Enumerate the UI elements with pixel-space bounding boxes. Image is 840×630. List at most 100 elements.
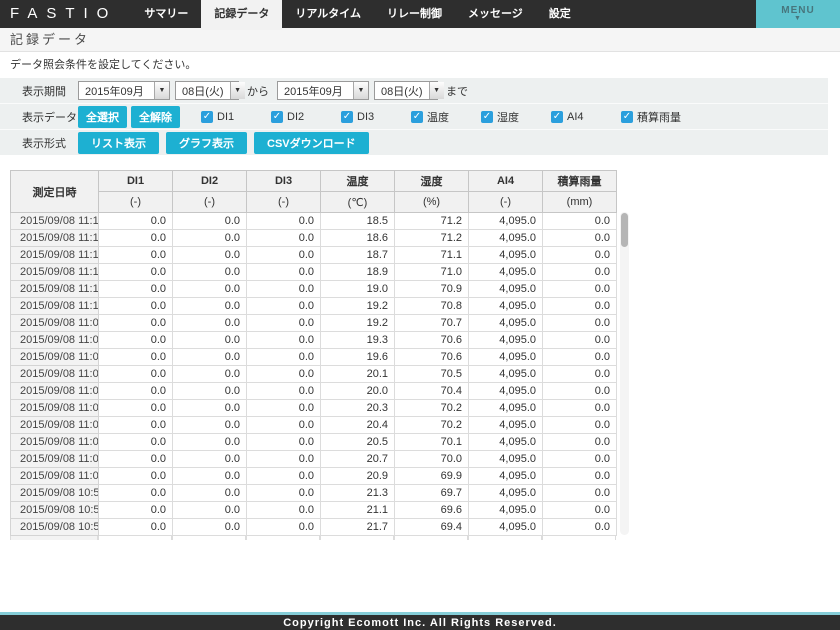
cell-value: 4,095.0 <box>468 501 543 519</box>
cell-value: 70.0 <box>394 450 469 468</box>
cell-value: 4,095.0 <box>468 450 543 468</box>
cell-value: 0.0 <box>172 348 247 366</box>
to-month-select[interactable]: 2015年09月 ▼ <box>277 81 369 100</box>
to-day-value: 08日(火) <box>381 85 423 98</box>
cell-datetime: 2015/09/08 11:00:00 <box>10 467 99 485</box>
top-nav: FASTIO サマリー 記録データ リアルタイム リレー制御 メッセージ 設定 MENU … <box>0 0 840 30</box>
from-month-select[interactable]: 2015年09月 ▼ <box>78 81 170 100</box>
nav-item-5[interactable]: メッセージ <box>455 0 536 28</box>
partial-cell <box>172 536 246 540</box>
cell-value: 0.0 <box>98 501 173 519</box>
checkbox-DI1[interactable]: ✓ <box>201 110 213 123</box>
cell-value: 0.0 <box>542 348 617 366</box>
table-row: 2015/09/08 11:11:000.00.00.019.070.94,09… <box>10 280 617 298</box>
cell-value: 20.5 <box>320 433 395 451</box>
cell-value: 4,095.0 <box>468 399 543 417</box>
to-day-select[interactable]: 08日(火) ▼ <box>374 81 444 100</box>
cell-value: 0.0 <box>172 484 247 502</box>
cell-value: 0.0 <box>98 416 173 434</box>
table-row: 2015/09/08 11:00:000.00.00.020.969.94,09… <box>10 467 617 485</box>
checkbox-AI4[interactable]: ✓ <box>551 110 563 123</box>
cell-value: 20.9 <box>320 467 395 485</box>
cell-value: 4,095.0 <box>468 263 543 281</box>
page-title: 記録データ <box>0 28 840 52</box>
cell-value: 69.4 <box>394 518 469 536</box>
cell-value: 4,095.0 <box>468 331 543 349</box>
cell-datetime: 2015/09/08 11:10:00 <box>10 297 99 315</box>
checkbox-湿度[interactable]: ✓ <box>481 110 493 123</box>
cell-value: 4,095.0 <box>468 416 543 434</box>
chevron-down-icon: ▼ <box>229 82 245 99</box>
cell-datetime: 2015/09/08 11:13:00 <box>10 246 99 264</box>
app-logo: FASTIO <box>10 5 118 22</box>
nav-item-3[interactable]: リアルタイム <box>282 0 374 28</box>
from-day-select[interactable]: 08日(火) ▼ <box>175 81 245 100</box>
cell-value: 20.3 <box>320 399 395 417</box>
select-all-button[interactable]: 全選択 <box>78 105 127 128</box>
table-scrollbar[interactable] <box>620 212 629 535</box>
cell-value: 0.0 <box>98 433 173 451</box>
cell-value: 0.0 <box>246 416 321 434</box>
cell-value: 4,095.0 <box>468 467 543 485</box>
cell-value: 0.0 <box>246 246 321 264</box>
cell-value: 0.0 <box>542 314 617 332</box>
col-header-datetime: 測定日時 <box>10 170 99 213</box>
nav-item-4[interactable]: リレー制御 <box>374 0 455 28</box>
cell-value: 0.0 <box>246 229 321 247</box>
col-unit-DI1: (-) <box>98 191 173 213</box>
cell-value: 70.1 <box>394 433 469 451</box>
from-month-value: 2015年09月 <box>85 85 144 98</box>
table-row: 2015/09/08 11:01:000.00.00.020.770.04,09… <box>10 450 617 468</box>
checkbox-item-DI2: ✓ DI2 <box>271 110 341 123</box>
cell-value: 19.3 <box>320 331 395 349</box>
table-row: 2015/09/08 11:05:000.00.00.020.070.44,09… <box>10 382 617 400</box>
scrollbar-thumb[interactable] <box>621 213 628 247</box>
cell-value: 0.0 <box>246 501 321 519</box>
menu-button[interactable]: MENU ▼ <box>756 0 840 28</box>
cell-value: 4,095.0 <box>468 246 543 264</box>
checkbox-温度[interactable]: ✓ <box>411 110 423 123</box>
data-select-row: 表示データ 全選択 全解除 ✓ DI1 ✓ DI2 ✓ DI3 ✓ 温度 ✓ 湿度 ✓ AI4 ✓ 積算雨… <box>0 104 828 130</box>
cell-datetime: 2015/09/08 11:12:00 <box>10 263 99 281</box>
cell-value: 21.3 <box>320 484 395 502</box>
cell-value: 20.0 <box>320 382 395 400</box>
cell-datetime: 2015/09/08 10:59:00 <box>10 484 99 502</box>
cell-value: 0.0 <box>98 246 173 264</box>
cell-value: 0.0 <box>542 484 617 502</box>
graph-view-button[interactable]: グラフ表示 <box>166 131 247 154</box>
list-view-button[interactable]: リスト表示 <box>78 131 159 154</box>
checkbox-DI3[interactable]: ✓ <box>341 110 353 123</box>
table-row: 2015/09/08 11:10:000.00.00.019.270.84,09… <box>10 297 617 315</box>
checkbox-item-積算雨量: ✓ 積算雨量 <box>621 109 681 125</box>
cell-value: 71.0 <box>394 263 469 281</box>
cell-value: 0.0 <box>172 416 247 434</box>
cell-value: 0.0 <box>98 518 173 536</box>
checkbox-label-AI4: AI4 <box>567 110 584 123</box>
checkbox-label-DI2: DI2 <box>287 110 305 123</box>
cell-datetime: 2015/09/08 11:14:00 <box>10 229 99 247</box>
table-row: 2015/09/08 11:02:000.00.00.020.570.14,09… <box>10 433 617 451</box>
checkbox-DI2[interactable]: ✓ <box>271 110 283 123</box>
deselect-all-button[interactable]: 全解除 <box>131 105 180 128</box>
nav-item-1[interactable]: サマリー <box>131 0 201 28</box>
cell-value: 70.7 <box>394 314 469 332</box>
nav-item-2[interactable]: 記録データ <box>201 0 283 30</box>
cell-datetime: 2015/09/08 11:06:00 <box>10 365 99 383</box>
cell-value: 4,095.0 <box>468 314 543 332</box>
nav-item-6[interactable]: 設定 <box>536 0 584 28</box>
cell-value: 69.6 <box>394 501 469 519</box>
cell-value: 4,095.0 <box>468 212 543 230</box>
cell-value: 4,095.0 <box>468 484 543 502</box>
col-unit-DI3: (-) <box>246 191 321 213</box>
table-row: 2015/09/08 11:15:000.00.00.018.571.24,09… <box>10 212 617 230</box>
cell-value: 4,095.0 <box>468 433 543 451</box>
col-header-DI3: DI3 <box>246 170 321 192</box>
checkbox-積算雨量[interactable]: ✓ <box>621 110 633 123</box>
csv-download-button[interactable]: CSVダウンロード <box>254 131 369 154</box>
table-row: 2015/09/08 11:06:000.00.00.020.170.54,09… <box>10 365 617 383</box>
cell-value: 0.0 <box>98 331 173 349</box>
cell-value: 4,095.0 <box>468 382 543 400</box>
table-row: 2015/09/08 10:57:000.00.00.021.769.44,09… <box>10 518 617 536</box>
cell-value: 0.0 <box>172 246 247 264</box>
cell-value: 0.0 <box>246 348 321 366</box>
